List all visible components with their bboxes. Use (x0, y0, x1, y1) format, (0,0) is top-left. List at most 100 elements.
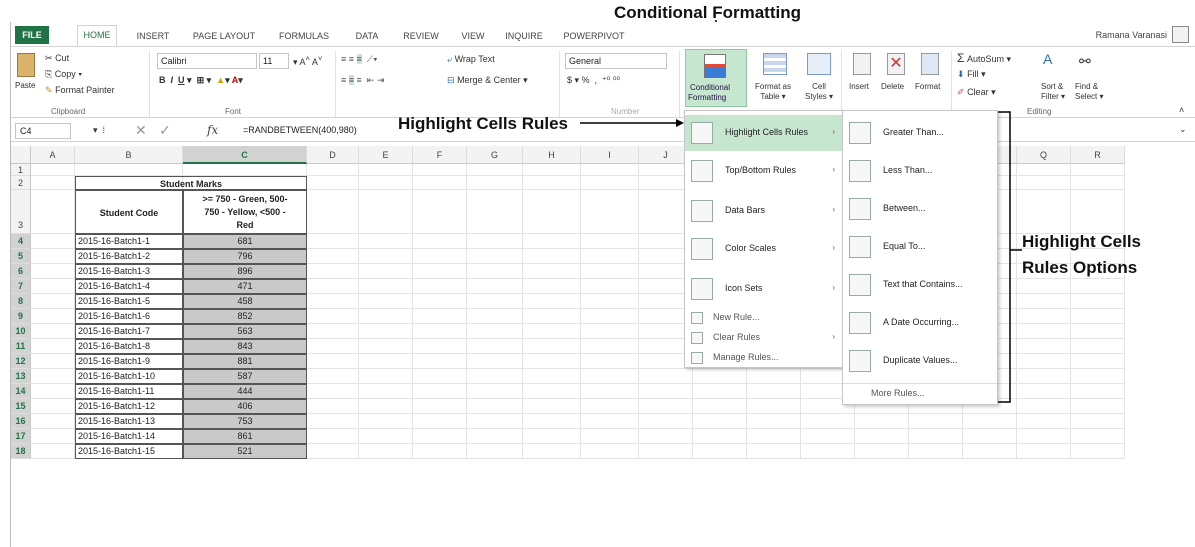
enter-icon[interactable]: ✓ (159, 122, 171, 139)
cell[interactable] (693, 399, 747, 414)
cell[interactable] (801, 444, 855, 459)
column-header-f[interactable]: F (413, 146, 467, 164)
student-code-cell[interactable]: 2015-16-Batch1-2 (75, 249, 183, 264)
cell[interactable] (467, 369, 523, 384)
copy-button[interactable]: ⎘ Copy ▾ (45, 69, 82, 80)
student-code-cell[interactable]: 2015-16-Batch1-10 (75, 369, 183, 384)
merge-center-button[interactable]: ⊟ Merge & Center ▾ (447, 75, 528, 86)
cell[interactable] (413, 234, 467, 249)
name-box[interactable]: C4 (15, 123, 71, 139)
cell[interactable] (31, 354, 75, 369)
cell[interactable] (581, 444, 639, 459)
cell[interactable] (523, 354, 581, 369)
format-as-table-button[interactable]: Format as Table ▾ (755, 82, 791, 102)
cell[interactable] (801, 414, 855, 429)
cell[interactable] (307, 369, 359, 384)
cell[interactable] (31, 414, 75, 429)
cell[interactable] (581, 309, 639, 324)
cell[interactable] (307, 444, 359, 459)
cell[interactable] (639, 429, 693, 444)
cell[interactable] (467, 324, 523, 339)
column-header-h[interactable]: H (523, 146, 581, 164)
cell[interactable] (1071, 444, 1125, 459)
cell[interactable] (467, 309, 523, 324)
expand-formula-icon[interactable]: ⌄ (1179, 124, 1187, 135)
cell[interactable] (523, 176, 581, 190)
cell[interactable] (307, 384, 359, 399)
cell[interactable] (31, 164, 75, 176)
cell[interactable] (307, 429, 359, 444)
tab-insert[interactable]: INSERT (133, 27, 173, 45)
column-header-b[interactable]: B (75, 146, 183, 164)
cell[interactable] (359, 384, 413, 399)
cell[interactable] (1071, 324, 1125, 339)
number-format-box[interactable]: General (565, 53, 667, 69)
cell[interactable] (1071, 429, 1125, 444)
student-code-cell[interactable]: 2015-16-Batch1-15 (75, 444, 183, 459)
row-header[interactable]: 12 (11, 354, 31, 369)
cell[interactable] (31, 309, 75, 324)
cf-menu-item[interactable]: Data Bars › (685, 193, 843, 229)
mark-cell[interactable]: 406 (183, 399, 307, 414)
font-style-buttons[interactable]: B I U ▾ ⊞ ▾ ▲▾ A▾ (159, 75, 243, 86)
cell[interactable] (413, 164, 467, 176)
student-code-cell[interactable]: 2015-16-Batch1-12 (75, 399, 183, 414)
formula-input[interactable]: =RANDBETWEEN(400,980) (243, 125, 357, 135)
format-button[interactable]: Format (915, 82, 940, 91)
cell[interactable] (693, 384, 747, 399)
align-buttons[interactable]: ≡ ≡ ≡ ⇤ ⇥ (341, 75, 384, 86)
cell[interactable] (413, 414, 467, 429)
tab-inquire[interactable]: INQUIRE (503, 27, 545, 45)
table-title[interactable]: Student Marks (75, 176, 307, 190)
row-header[interactable]: 11 (11, 339, 31, 354)
cf-menu-item[interactable]: Top/Bottom Rules › (685, 153, 843, 189)
paste-button[interactable]: Paste (15, 81, 35, 90)
autosum-button[interactable]: Σ AutoSum ▾ (957, 51, 1011, 65)
cell[interactable] (581, 176, 639, 190)
cell[interactable] (413, 294, 467, 309)
cell[interactable] (1017, 414, 1071, 429)
cell[interactable] (747, 414, 801, 429)
column-header-i[interactable]: I (581, 146, 639, 164)
find-select-button[interactable]: Find & Select ▾ (1075, 82, 1103, 102)
cell[interactable] (639, 384, 693, 399)
cell[interactable] (523, 369, 581, 384)
cell[interactable] (359, 399, 413, 414)
insert-function-icon[interactable]: fx (207, 123, 218, 137)
cell[interactable] (523, 279, 581, 294)
cell[interactable] (523, 324, 581, 339)
cell[interactable] (855, 444, 909, 459)
mark-cell[interactable]: 444 (183, 384, 307, 399)
column-header-r[interactable]: R (1071, 146, 1125, 164)
cell[interactable] (523, 294, 581, 309)
tab-review[interactable]: REVIEW (401, 27, 441, 45)
cell[interactable] (75, 164, 183, 176)
delete-button[interactable]: Delete (881, 82, 904, 91)
cell[interactable] (1017, 429, 1071, 444)
cell[interactable] (31, 279, 75, 294)
cell[interactable] (31, 294, 75, 309)
cell[interactable] (581, 384, 639, 399)
cell[interactable] (31, 384, 75, 399)
cell[interactable] (581, 294, 639, 309)
row-header[interactable]: 8 (11, 294, 31, 309)
cell[interactable] (1071, 354, 1125, 369)
cell[interactable] (693, 444, 747, 459)
row-header[interactable]: 6 (11, 264, 31, 279)
font-name-box[interactable]: Calibri (157, 53, 257, 69)
cell[interactable] (747, 399, 801, 414)
cell[interactable] (855, 414, 909, 429)
select-all-corner[interactable] (11, 146, 31, 164)
cell[interactable] (359, 164, 413, 176)
cell[interactable] (523, 339, 581, 354)
tab-formulas[interactable]: FORMULAS (276, 27, 332, 45)
cf-menu-item[interactable]: New Rule... (685, 309, 843, 327)
cell[interactable] (1071, 176, 1125, 190)
cell[interactable] (359, 354, 413, 369)
cell[interactable] (413, 176, 467, 190)
row-header[interactable]: 15 (11, 399, 31, 414)
mark-cell[interactable]: 852 (183, 309, 307, 324)
row-header[interactable]: 4 (11, 234, 31, 249)
mark-cell[interactable]: 458 (183, 294, 307, 309)
mark-cell[interactable]: 681 (183, 234, 307, 249)
